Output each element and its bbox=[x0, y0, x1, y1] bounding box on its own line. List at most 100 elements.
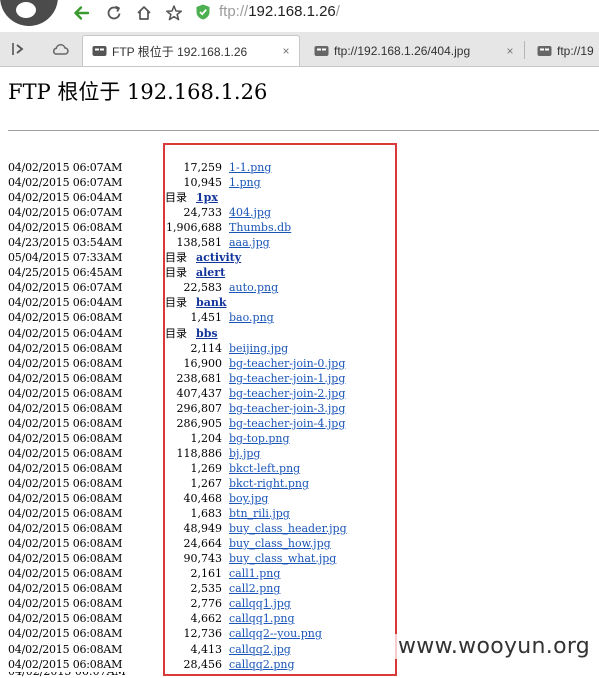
file-link[interactable]: callqq2.jpg bbox=[229, 642, 291, 657]
entry-size: 12,736 bbox=[183, 627, 223, 641]
file-link[interactable]: bg-teacher-join-4.jpg bbox=[229, 416, 345, 431]
entry-size: 90,743 bbox=[183, 552, 223, 566]
entry-date: 04/02/2015 06:07AM bbox=[8, 281, 123, 295]
entry-date: 04/02/2015 06:08AM bbox=[8, 507, 123, 521]
entry-size: 40,468 bbox=[183, 492, 223, 506]
ftp-favicon-icon bbox=[91, 44, 107, 58]
entry-size: 17,259 bbox=[183, 161, 223, 174]
file-row: 04/02/2015 06:08AM 40,468 boy.jpg bbox=[8, 491, 599, 506]
entry-size: 48,949 bbox=[183, 522, 223, 536]
entry-size: 2,114 bbox=[190, 341, 223, 355]
tab-404-jpg[interactable]: ftp://192.168.1.26/404.jpg × bbox=[305, 35, 523, 66]
entry-size: 1,906,688 bbox=[166, 221, 222, 235]
entry-size: 1,269 bbox=[190, 461, 223, 475]
cloud-icon[interactable] bbox=[51, 40, 69, 58]
file-link[interactable]: bg-teacher-join-3.jpg bbox=[229, 401, 345, 416]
directory-link[interactable]: alert bbox=[196, 265, 225, 280]
entry-date: 04/02/2015 06:08AM bbox=[8, 582, 123, 596]
file-row: 04/02/2015 06:08AM 90,743 buy_class_what.j… bbox=[8, 551, 599, 566]
file-link[interactable]: 404.jpg bbox=[229, 205, 271, 220]
file-link[interactable]: 1.png bbox=[229, 175, 261, 190]
tab-separator bbox=[524, 41, 525, 59]
entry-size: 2,535 bbox=[190, 582, 223, 596]
entry-size: 407,437 bbox=[176, 386, 223, 400]
file-link[interactable]: call1.png bbox=[229, 566, 280, 581]
entry-size: 4,662 bbox=[190, 612, 223, 626]
file-row: 04/02/2015 06:08AM 4,662 callqq1.png bbox=[8, 611, 599, 626]
file-link[interactable]: bkct-right.png bbox=[229, 476, 309, 491]
file-link[interactable]: callqq2.png bbox=[229, 657, 295, 672]
directory-link[interactable]: 1px bbox=[196, 190, 218, 205]
file-row: 04/02/2015 06:08AM 118,886 bj.jpg bbox=[8, 446, 599, 461]
entry-date: 04/02/2015 06:08AM bbox=[8, 627, 123, 641]
file-link[interactable]: bg-teacher-join-1.jpg bbox=[229, 371, 345, 386]
entry-size: 28,456 bbox=[183, 657, 223, 671]
directory-row: 04/25/2015 06:45AM 目录 alert bbox=[8, 265, 599, 280]
heading-divider bbox=[8, 130, 599, 131]
file-row: 04/02/2015 06:08AM 2,161 call1.png bbox=[8, 566, 599, 581]
file-link[interactable]: bg-top.png bbox=[229, 431, 290, 446]
home-icon[interactable] bbox=[133, 2, 155, 24]
entry-size: 16,900 bbox=[183, 356, 223, 370]
entry-size: 118,886 bbox=[176, 446, 223, 460]
entry-date: 04/02/2015 06:08AM bbox=[8, 657, 123, 671]
entry-size: 24,664 bbox=[183, 537, 223, 551]
url-scheme: ftp:// bbox=[219, 3, 249, 20]
file-row: 04/02/2015 06:08AM 1,683 btn_rili.jpg bbox=[8, 506, 599, 521]
entry-date: 04/02/2015 06:04AM bbox=[8, 191, 123, 205]
file-row: 04/02/2015 06:07AM 22,583 auto.png bbox=[8, 280, 599, 295]
file-link[interactable]: beijing.jpg bbox=[229, 341, 288, 356]
entry-date: 04/02/2015 06:04AM bbox=[8, 296, 123, 310]
tab-label: ftp://19 bbox=[557, 43, 594, 58]
file-link[interactable]: callqq2--you.png bbox=[229, 626, 322, 641]
file-row: 04/02/2015 06:08AM 286,905 bg-teacher-join… bbox=[8, 416, 599, 431]
shield-icon[interactable] bbox=[196, 4, 210, 20]
file-link[interactable]: buy_class_header.jpg bbox=[229, 521, 347, 536]
file-link[interactable]: buy_class_what.jpg bbox=[229, 551, 336, 566]
file-link[interactable]: btn_rili.jpg bbox=[229, 506, 290, 521]
entry-size: 296,807 bbox=[176, 401, 223, 415]
file-row: 04/02/2015 06:08AM 1,269 bkct-left.png bbox=[8, 461, 599, 476]
file-link[interactable]: call2.png bbox=[229, 581, 280, 596]
entry-date: 04/02/2015 06:08AM bbox=[8, 371, 123, 385]
url-field[interactable]: ftp://192.168.1.26/ bbox=[219, 2, 340, 22]
directory-link[interactable]: bank bbox=[196, 295, 226, 310]
tab-ftp-truncated[interactable]: ftp://19 bbox=[528, 35, 599, 66]
address-bar: ftp://192.168.1.26/ bbox=[0, 0, 599, 26]
file-link[interactable]: buy_class_how.jpg bbox=[229, 536, 331, 551]
refresh-icon[interactable] bbox=[103, 2, 125, 24]
file-link[interactable]: 1-1.png bbox=[229, 160, 271, 175]
file-row: 04/02/2015 06:08AM 2,535 call2.png bbox=[8, 581, 599, 596]
sidebar-toggle-icon[interactable] bbox=[10, 40, 28, 58]
file-link[interactable]: bj.jpg bbox=[229, 446, 260, 461]
entry-size: 22,583 bbox=[183, 281, 223, 295]
file-link[interactable]: aaa.jpg bbox=[229, 235, 270, 250]
file-link[interactable]: auto.png bbox=[229, 280, 278, 295]
file-link[interactable]: bg-teacher-join-0.jpg bbox=[229, 356, 345, 371]
entry-date: 05/04/2015 07:33AM bbox=[8, 251, 123, 265]
entry-date: 04/02/2015 06:08AM bbox=[8, 221, 123, 235]
url-host: 192.168.1.26 bbox=[248, 3, 336, 20]
file-link[interactable]: bg-teacher-join-2.jpg bbox=[229, 386, 345, 401]
file-link[interactable]: callqq1.png bbox=[229, 611, 295, 626]
file-row: 04/02/2015 06:08AM 24,664 buy_class_how.jp… bbox=[8, 536, 599, 551]
file-row: 04/02/2015 06:08AM 2,114 beijing.jpg bbox=[8, 341, 599, 356]
file-link[interactable]: Thumbs.db bbox=[229, 220, 291, 235]
file-link[interactable]: bkct-left.png bbox=[229, 461, 300, 476]
tab-ftp-root[interactable]: FTP 根位于 192.168.1.26 × bbox=[82, 35, 300, 66]
file-link[interactable]: bao.png bbox=[229, 310, 274, 325]
directory-link[interactable]: bbs bbox=[196, 326, 218, 341]
browser-logo-icon[interactable] bbox=[0, 0, 58, 26]
file-link[interactable]: callqq1.jpg bbox=[229, 596, 291, 611]
file-row: 04/02/2015 06:08AM 1,906,688 Thumbs.db bbox=[8, 220, 599, 235]
close-tab-button[interactable]: × bbox=[503, 44, 517, 58]
back-arrow-icon[interactable] bbox=[70, 2, 92, 24]
directory-link[interactable]: activity bbox=[196, 250, 241, 265]
star-icon[interactable] bbox=[163, 2, 185, 24]
close-tab-button[interactable]: × bbox=[279, 44, 293, 58]
entry-size: 24,733 bbox=[183, 206, 223, 220]
entry-date: 04/02/2015 06:08AM bbox=[8, 612, 123, 626]
file-link[interactable]: boy.jpg bbox=[229, 491, 268, 506]
entry-date: 04/02/2015 06:07AM bbox=[8, 206, 123, 220]
entry-date: 04/02/2015 06:08AM bbox=[8, 537, 123, 551]
